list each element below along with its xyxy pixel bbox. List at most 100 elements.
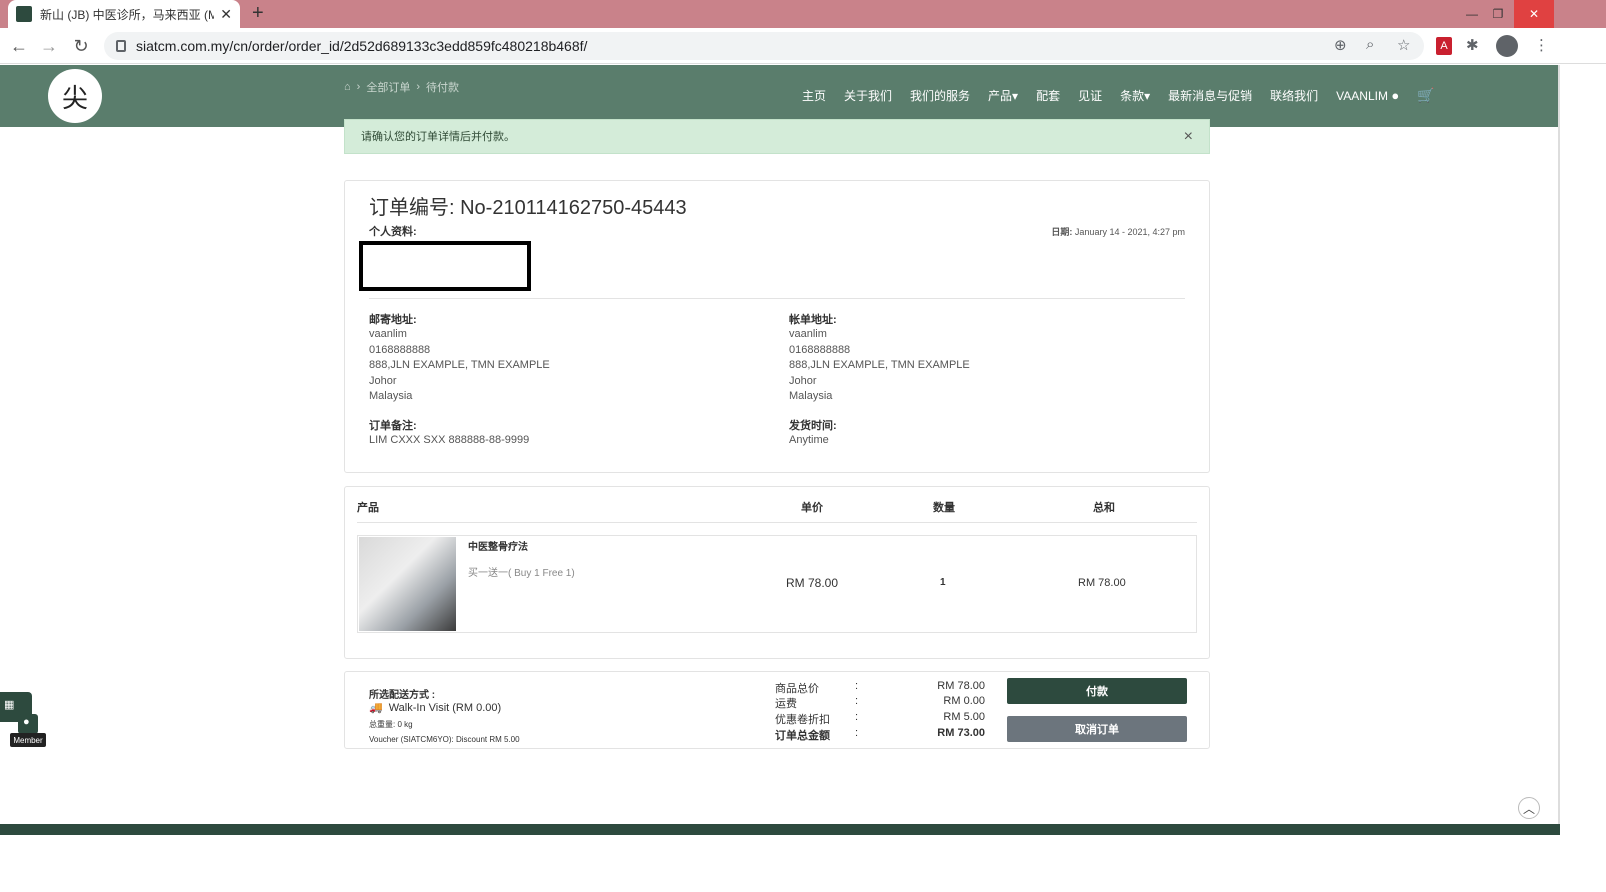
page-scrollbar[interactable]	[1558, 65, 1560, 825]
main-nav: 主页 关于我们 我们的服务 产品▾ 配套 见证 条款▾ 最新消息与促销 联络我们…	[802, 87, 1435, 104]
shipping-address-label: 邮寄地址:	[369, 314, 417, 326]
browser-menu-icon[interactable]: ⋮	[1534, 36, 1549, 54]
order-number-title: 订单编号: No-210114162750-45443	[369, 197, 687, 219]
extensions-puzzle-icon[interactable]: ✱	[1466, 36, 1479, 54]
billing-address-label: 帐单地址:	[789, 314, 837, 326]
billing-address: 帐单地址: vaanlim 0168888888 888,JLN EXAMPLE…	[789, 311, 970, 405]
grid-icon: ▦	[4, 699, 15, 711]
billing-line: 888,JLN EXAMPLE, TMN EXAMPLE	[789, 359, 970, 371]
tab-title: 新山 (JB) 中医诊所，马来西亚 (M	[40, 7, 215, 22]
billing-line: Malaysia	[789, 390, 833, 402]
order-date: January 14 - 2021, 4:27 pm	[1074, 227, 1185, 237]
billing-line: vaanlim	[789, 328, 827, 340]
nav-news[interactable]: 最新消息与促销	[1168, 87, 1252, 104]
nav-products[interactable]: 产品▾	[988, 87, 1018, 104]
nav-user-account[interactable]: VAANLIM ●	[1336, 88, 1399, 103]
browser-tab-strip: 新山 (JB) 中医诊所，马来西亚 (M ✕ + — ❐ ✕	[0, 0, 1606, 28]
zoom-icon[interactable]: ⌕	[1366, 36, 1374, 53]
nav-services[interactable]: 我们的服务	[910, 87, 970, 104]
username: VAANLIM	[1336, 89, 1388, 103]
site-footer-bar	[0, 824, 1560, 835]
breadcrumb-pending-payment: 待付款	[426, 82, 459, 94]
summary-label: 优惠卷折扣	[775, 714, 830, 726]
install-icon[interactable]: ⊕	[1334, 36, 1347, 54]
col-total: 总和	[1093, 502, 1115, 514]
summary-row-shipping: 运费 : RM 0.00	[775, 695, 985, 711]
shipping-method-value: Walk-In Visit (RM 0.00)	[388, 701, 502, 714]
address-bar-row: ← → ↻ siatcm.com.my/cn/order/order_id/2d…	[0, 28, 1606, 64]
order-details-card: 订单编号: No-210114162750-45443 个人资料: 日期: Ja…	[344, 180, 1210, 473]
scroll-to-top-button[interactable]: ︿	[1518, 797, 1540, 819]
member-widget[interactable]: ●	[18, 714, 38, 734]
restore-button[interactable]: ❐	[1478, 0, 1518, 28]
product-image[interactable]	[359, 537, 456, 631]
home-icon[interactable]: ⌂	[344, 81, 351, 93]
breadcrumb: ⌂ › 全部订单 › 待付款	[344, 79, 459, 95]
nav-packages[interactable]: 配套	[1036, 87, 1060, 104]
col-unit-price: 单价	[801, 502, 823, 514]
back-arrow-icon[interactable]: ←	[8, 35, 30, 57]
tab-close-icon[interactable]: ✕	[220, 6, 232, 23]
nav-contact[interactable]: 联络我们	[1270, 87, 1318, 104]
site-favicon-icon	[16, 6, 32, 22]
product-total: RM 78.00	[1078, 577, 1126, 589]
product-unit-price: RM 78.00	[786, 576, 839, 590]
summary-row-grand-total: 订单总金额 : RM 73.00	[775, 727, 985, 743]
alert-close-icon[interactable]: ×	[1184, 128, 1193, 146]
divider	[369, 298, 1185, 299]
nav-testimonials[interactable]: 见证	[1078, 87, 1102, 104]
cart-icon[interactable]: 🛒	[1417, 87, 1434, 104]
site-logo[interactable]: 尖	[48, 69, 102, 123]
cancel-order-button[interactable]: 取消订单	[1007, 716, 1187, 742]
breadcrumb-separator: ›	[356, 81, 361, 93]
product-name[interactable]: 中医整骨疗法	[468, 538, 528, 553]
order-summary-card: 所选配送方式 : 🚚 Walk-In Visit (RM 0.00) 总重量: …	[344, 671, 1210, 749]
truck-icon: 🚚	[369, 702, 383, 714]
new-tab-button[interactable]: +	[252, 2, 264, 25]
profile-avatar-icon[interactable]	[1496, 35, 1518, 57]
url-field[interactable]: siatcm.com.my/cn/order/order_id/2d52d689…	[104, 32, 1424, 60]
profile-label: 个人资料:	[369, 226, 417, 238]
nav-terms[interactable]: 条款▾	[1120, 87, 1150, 104]
shipping-line: 0168888888	[369, 343, 431, 356]
summary-value: RM 0.00	[943, 695, 985, 707]
nav-home[interactable]: 主页	[802, 87, 826, 104]
member-icon: ●	[23, 716, 30, 728]
summary-value: RM 78.00	[937, 680, 985, 692]
product-variant: 买一送一( Buy 1 Free 1)	[468, 568, 575, 579]
summary-label: 订单总金额	[775, 730, 830, 742]
pay-button[interactable]: 付款	[1007, 678, 1187, 704]
user-icon: ●	[1391, 88, 1400, 103]
reload-icon[interactable]: ↻	[70, 35, 92, 57]
lock-icon	[116, 40, 126, 52]
shipping-line: Johor	[369, 374, 397, 387]
billing-line: Johor	[789, 374, 817, 387]
summary-label: 运费	[775, 698, 797, 710]
col-product: 产品	[357, 502, 379, 514]
shipping-line: 888,JLN EXAMPLE, TMN EXAMPLE	[369, 359, 550, 371]
bookmark-star-icon[interactable]: ☆	[1397, 36, 1410, 54]
breadcrumb-all-orders[interactable]: 全部订单	[366, 79, 410, 95]
product-quantity: 1	[940, 577, 946, 588]
shipping-method-label: 所选配送方式 :	[369, 690, 436, 701]
summary-colon: :	[855, 680, 859, 692]
redacted-profile-box	[359, 241, 531, 291]
shipping-method: 🚚 Walk-In Visit (RM 0.00)	[369, 701, 502, 715]
delivery-time-value: Anytime	[789, 434, 829, 446]
forward-arrow-icon[interactable]: →	[38, 35, 60, 57]
order-note-value: LIM CXXX SXX 888888-88-9999	[369, 434, 530, 446]
member-tooltip: Member	[10, 733, 46, 747]
order-note-label: 订单备注:	[369, 420, 417, 432]
date-label: 日期:	[1051, 227, 1073, 237]
window-close-button[interactable]: ✕	[1514, 0, 1554, 28]
shipping-address: 邮寄地址: vaanlim 0168888888 888,JLN EXAMPLE…	[369, 311, 550, 405]
nav-about[interactable]: 关于我们	[844, 87, 892, 104]
product-table-card: 产品 单价 数量 总和 中医整骨疗法 买一送一( Buy 1 Free 1) R…	[344, 486, 1210, 659]
delivery-time: 发货时间: Anytime	[789, 417, 837, 449]
summary-value: RM 5.00	[943, 711, 985, 723]
col-quantity: 数量	[933, 502, 955, 514]
browser-tab[interactable]: 新山 (JB) 中医诊所，马来西亚 (M ✕	[8, 0, 240, 28]
order-note: 订单备注: LIM CXXX SXX 888888-88-9999	[369, 417, 529, 449]
pdf-extension-icon[interactable]: A	[1436, 37, 1452, 55]
total-weight: 总重量: 0 kg	[369, 720, 413, 729]
